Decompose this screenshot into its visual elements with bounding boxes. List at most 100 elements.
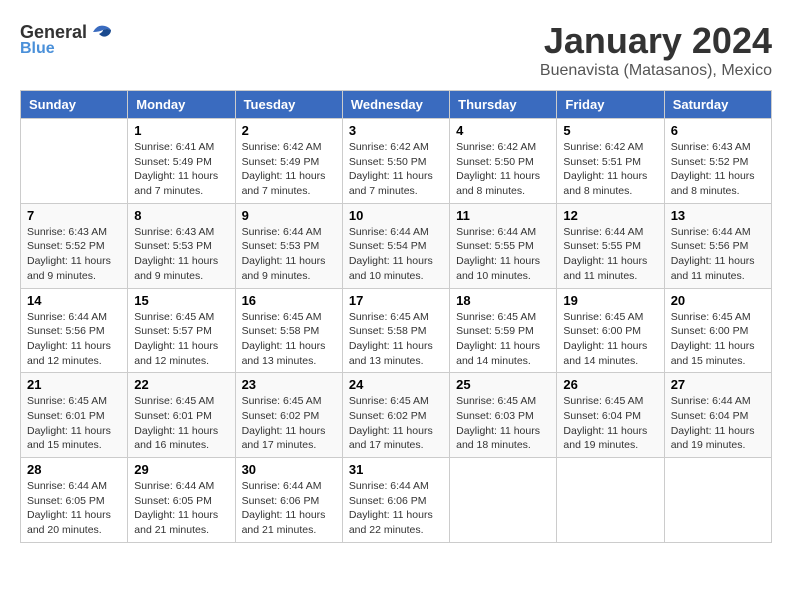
location-title: Buenavista (Matasanos), Mexico: [540, 62, 772, 80]
day-number: 5: [563, 123, 657, 138]
day-info: Sunrise: 6:45 AMSunset: 6:02 PMDaylight:…: [242, 394, 336, 453]
day-info: Sunrise: 6:42 AMSunset: 5:49 PMDaylight:…: [242, 140, 336, 199]
calendar-cell: 17 Sunrise: 6:45 AMSunset: 5:58 PMDayligh…: [342, 288, 449, 373]
day-info: Sunrise: 6:44 AMSunset: 6:04 PMDaylight:…: [671, 394, 765, 453]
day-number: 26: [563, 377, 657, 392]
day-info: Sunrise: 6:45 AMSunset: 6:00 PMDaylight:…: [671, 310, 765, 369]
calendar-cell: 6 Sunrise: 6:43 AMSunset: 5:52 PMDaylight…: [664, 119, 771, 204]
day-info: Sunrise: 6:41 AMSunset: 5:49 PMDaylight:…: [134, 140, 228, 199]
calendar-cell: 2 Sunrise: 6:42 AMSunset: 5:49 PMDaylight…: [235, 119, 342, 204]
day-number: 22: [134, 377, 228, 392]
day-info: Sunrise: 6:44 AMSunset: 5:56 PMDaylight:…: [671, 225, 765, 284]
title-block: January 2024 Buenavista (Matasanos), Mex…: [540, 20, 772, 80]
day-number: 28: [27, 462, 121, 477]
logo: General Blue: [20, 20, 113, 58]
day-number: 12: [563, 208, 657, 223]
day-number: 15: [134, 293, 228, 308]
calendar-cell: 4 Sunrise: 6:42 AMSunset: 5:50 PMDaylight…: [450, 119, 557, 204]
day-number: 16: [242, 293, 336, 308]
calendar-cell: 29Sunrise: 6:44 AMSunset: 6:05 PMDayligh…: [128, 458, 235, 543]
weekday-header-sunday: Sunday: [21, 91, 128, 119]
calendar-cell: 5 Sunrise: 6:42 AMSunset: 5:51 PMDaylight…: [557, 119, 664, 204]
day-info: Sunrise: 6:44 AMSunset: 5:55 PMDaylight:…: [456, 225, 550, 284]
day-number: 30: [242, 462, 336, 477]
calendar-cell: 3 Sunrise: 6:42 AMSunset: 5:50 PMDaylight…: [342, 119, 449, 204]
day-info: Sunrise: 6:45 AMSunset: 6:03 PMDaylight:…: [456, 394, 550, 453]
calendar-cell: 25 Sunrise: 6:45 AMSunset: 6:03 PMDayligh…: [450, 373, 557, 458]
weekday-header-friday: Friday: [557, 91, 664, 119]
calendar-cell: 14 Sunrise: 6:44 AMSunset: 5:56 PMDayligh…: [21, 288, 128, 373]
calendar-cell: [557, 458, 664, 543]
day-number: 2: [242, 123, 336, 138]
calendar-cell: 1 Sunrise: 6:41 AMSunset: 5:49 PMDaylight…: [128, 119, 235, 204]
day-number: 20: [671, 293, 765, 308]
calendar-cell: [664, 458, 771, 543]
day-number: 1: [134, 123, 228, 138]
calendar-cell: 26Sunrise: 6:45 AMSunset: 6:04 PMDayligh…: [557, 373, 664, 458]
day-number: 25: [456, 377, 550, 392]
day-number: 8: [134, 208, 228, 223]
page-header: General Blue January 2024 Buenavista (Ma…: [20, 20, 772, 80]
weekday-header-saturday: Saturday: [664, 91, 771, 119]
calendar-cell: 16 Sunrise: 6:45 AMSunset: 5:58 PMDayligh…: [235, 288, 342, 373]
day-info: Sunrise: 6:45 AMSunset: 5:58 PMDaylight:…: [242, 310, 336, 369]
calendar-cell: 8Sunrise: 6:43 AMSunset: 5:53 PMDaylight…: [128, 203, 235, 288]
day-number: 27: [671, 377, 765, 392]
day-info: Sunrise: 6:42 AMSunset: 5:50 PMDaylight:…: [349, 140, 443, 199]
day-number: 24: [349, 377, 443, 392]
calendar-cell: 9 Sunrise: 6:44 AMSunset: 5:53 PMDaylight…: [235, 203, 342, 288]
day-info: Sunrise: 6:42 AMSunset: 5:50 PMDaylight:…: [456, 140, 550, 199]
calendar-cell: 7Sunrise: 6:43 AMSunset: 5:52 PMDaylight…: [21, 203, 128, 288]
day-info: Sunrise: 6:43 AMSunset: 5:52 PMDaylight:…: [27, 225, 121, 284]
calendar-cell: 13 Sunrise: 6:44 AMSunset: 5:56 PMDayligh…: [664, 203, 771, 288]
calendar-cell: 10 Sunrise: 6:44 AMSunset: 5:54 PMDayligh…: [342, 203, 449, 288]
calendar-cell: 24Sunrise: 6:45 AMSunset: 6:02 PMDayligh…: [342, 373, 449, 458]
calendar-cell: 20 Sunrise: 6:45 AMSunset: 6:00 PMDayligh…: [664, 288, 771, 373]
logo-icon: [89, 20, 113, 44]
day-number: 31: [349, 462, 443, 477]
weekday-header-tuesday: Tuesday: [235, 91, 342, 119]
day-info: Sunrise: 6:43 AMSunset: 5:52 PMDaylight:…: [671, 140, 765, 199]
calendar-cell: 22 Sunrise: 6:45 AMSunset: 6:01 PMDayligh…: [128, 373, 235, 458]
day-number: 17: [349, 293, 443, 308]
calendar-cell: 28 Sunrise: 6:44 AMSunset: 6:05 PMDayligh…: [21, 458, 128, 543]
calendar-week-row: 14 Sunrise: 6:44 AMSunset: 5:56 PMDayligh…: [21, 288, 772, 373]
calendar-cell: 31Sunrise: 6:44 AMSunset: 6:06 PMDayligh…: [342, 458, 449, 543]
calendar-cell: [21, 119, 128, 204]
day-info: Sunrise: 6:44 AMSunset: 5:55 PMDaylight:…: [563, 225, 657, 284]
day-number: 13: [671, 208, 765, 223]
calendar-cell: 30Sunrise: 6:44 AMSunset: 6:06 PMDayligh…: [235, 458, 342, 543]
calendar-week-row: 21 Sunrise: 6:45 AMSunset: 6:01 PMDayligh…: [21, 373, 772, 458]
weekday-header-thursday: Thursday: [450, 91, 557, 119]
day-info: Sunrise: 6:42 AMSunset: 5:51 PMDaylight:…: [563, 140, 657, 199]
day-info: Sunrise: 6:45 AMSunset: 5:59 PMDaylight:…: [456, 310, 550, 369]
day-number: 21: [27, 377, 121, 392]
day-info: Sunrise: 6:45 AMSunset: 6:00 PMDaylight:…: [563, 310, 657, 369]
day-info: Sunrise: 6:45 AMSunset: 6:01 PMDaylight:…: [134, 394, 228, 453]
day-number: 18: [456, 293, 550, 308]
day-number: 6: [671, 123, 765, 138]
day-number: 3: [349, 123, 443, 138]
day-number: 14: [27, 293, 121, 308]
weekday-header-row: SundayMondayTuesdayWednesdayThursdayFrid…: [21, 91, 772, 119]
day-info: Sunrise: 6:44 AMSunset: 5:53 PMDaylight:…: [242, 225, 336, 284]
weekday-header-wednesday: Wednesday: [342, 91, 449, 119]
day-number: 29: [134, 462, 228, 477]
calendar-week-row: 1 Sunrise: 6:41 AMSunset: 5:49 PMDaylight…: [21, 119, 772, 204]
day-info: Sunrise: 6:44 AMSunset: 5:56 PMDaylight:…: [27, 310, 121, 369]
day-number: 11: [456, 208, 550, 223]
calendar-cell: 11 Sunrise: 6:44 AMSunset: 5:55 PMDayligh…: [450, 203, 557, 288]
day-info: Sunrise: 6:45 AMSunset: 6:01 PMDaylight:…: [27, 394, 121, 453]
calendar-cell: 18 Sunrise: 6:45 AMSunset: 5:59 PMDayligh…: [450, 288, 557, 373]
day-number: 10: [349, 208, 443, 223]
day-info: Sunrise: 6:44 AMSunset: 6:05 PMDaylight:…: [27, 479, 121, 538]
day-number: 9: [242, 208, 336, 223]
day-number: 4: [456, 123, 550, 138]
day-info: Sunrise: 6:44 AMSunset: 5:54 PMDaylight:…: [349, 225, 443, 284]
calendar-cell: [450, 458, 557, 543]
calendar-week-row: 7Sunrise: 6:43 AMSunset: 5:52 PMDaylight…: [21, 203, 772, 288]
weekday-header-monday: Monday: [128, 91, 235, 119]
calendar-cell: 19Sunrise: 6:45 AMSunset: 6:00 PMDayligh…: [557, 288, 664, 373]
day-info: Sunrise: 6:45 AMSunset: 5:58 PMDaylight:…: [349, 310, 443, 369]
day-number: 23: [242, 377, 336, 392]
